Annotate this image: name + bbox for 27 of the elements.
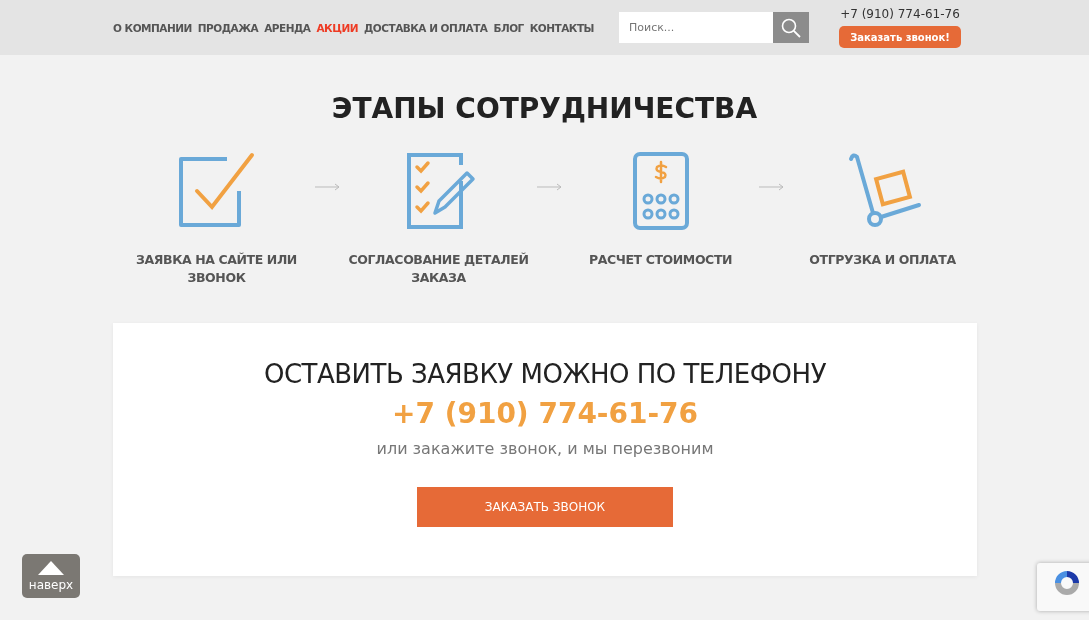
step-label: ОТГРУЗКА И ОПЛАТА: [808, 251, 957, 269]
step-label: РАСЧЕТ СТОИМОСТИ: [587, 251, 734, 269]
nav-link[interactable]: ДОСТАВКА И ОПЛАТА: [364, 21, 488, 34]
nav-link[interactable]: АРЕНДА: [264, 21, 311, 34]
order-call-button[interactable]: ЗАКАЗАТЬ ЗВОНОК: [417, 487, 673, 527]
search-icon: [781, 17, 801, 38]
callback-button[interactable]: Заказать звонок!: [839, 26, 961, 48]
callout-phone: +7 (910) 774-61-76: [391, 397, 699, 430]
section-title: ЭТАПЫ СОТРУДНИЧЕСТВА: [330, 92, 759, 125]
back-to-top-button[interactable]: наверх: [22, 554, 80, 598]
nav-link[interactable]: БЛОГ: [493, 21, 524, 34]
arrow-icon: [758, 183, 785, 191]
up-arrow-icon: [38, 560, 64, 575]
captcha-icon: [1052, 568, 1082, 598]
header-phone: +7 (910) 774-61-76: [840, 7, 960, 21]
callout-note: или закажите звонок, и мы перезвоним: [376, 439, 714, 458]
step-label: СОГЛАСОВАНИЕ ДЕТАЛЕЙ ЗАКАЗА: [347, 251, 530, 287]
nav-link[interactable]: О КОМПАНИИ: [113, 21, 192, 34]
arrow-icon: [314, 183, 341, 191]
step-label: ЗАЯВКА НА САЙТЕ ИЛИ ЗВОНОК: [135, 251, 298, 287]
nav-link[interactable]: КОНТАКТЫ: [529, 21, 594, 34]
arrow-icon: [536, 183, 563, 191]
search-button[interactable]: [773, 12, 809, 43]
search-field[interactable]: Поиск...: [619, 12, 773, 43]
callout-heading: ОСТАВИТЬ ЗАЯВКУ МОЖНО ПО ТЕЛЕФОНУ: [264, 359, 826, 389]
nav-link[interactable]: ПРОДАЖА: [197, 21, 259, 34]
nav-link[interactable]: АКЦИИ: [316, 21, 358, 34]
